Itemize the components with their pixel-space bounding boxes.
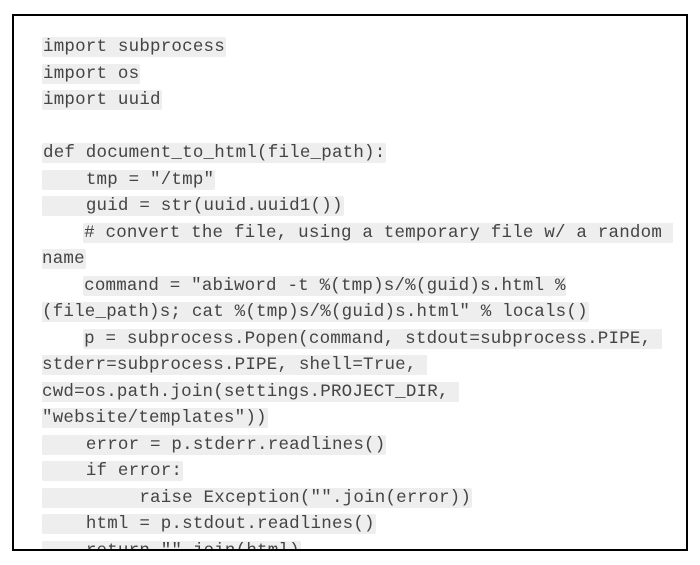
- code-line: command = "abiword -t %(tmp)s/%(guid)s.h…: [42, 273, 674, 326]
- code-line: p = subprocess.Popen(command, stdout=sub…: [42, 326, 674, 432]
- code-block: import subprocess import os import uuid de…: [42, 34, 674, 551]
- code-line: guid = str(uuid.uuid1()): [42, 193, 674, 220]
- code-frame: import subprocess import os import uuid de…: [12, 14, 688, 551]
- code-text: return "".join(html): [42, 541, 301, 552]
- code-text: raise Exception("".join(error)): [42, 488, 472, 508]
- code-line: error = p.stderr.readlines(): [42, 432, 674, 459]
- code-text: command = "abiword -t %(tmp)s/%(guid)s.h…: [42, 276, 589, 323]
- code-line: raise Exception("".join(error)): [42, 485, 674, 512]
- code-line: [42, 114, 674, 141]
- code-line: tmp = "/tmp": [42, 167, 674, 194]
- code-text: if error:: [42, 461, 183, 481]
- code-text: import uuid: [42, 90, 162, 110]
- code-text: p = subprocess.Popen(command, stdout=sub…: [42, 329, 662, 429]
- code-text: import subprocess: [42, 37, 226, 57]
- code-text: guid = str(uuid.uuid1()): [42, 196, 344, 216]
- code-line: return "".join(html): [42, 538, 674, 552]
- code-text: error = p.stderr.readlines(): [42, 435, 386, 455]
- code-line: def document_to_html(file_path):: [42, 140, 674, 167]
- code-text: import os: [42, 64, 140, 84]
- code-text: html = p.stdout.readlines(): [42, 514, 376, 534]
- code-text: tmp = "/tmp": [42, 170, 215, 190]
- code-line: import uuid: [42, 87, 674, 114]
- code-text: # convert the file, using a temporary fi…: [42, 223, 673, 270]
- code-text: def document_to_html(file_path):: [42, 143, 386, 163]
- code-line: if error:: [42, 458, 674, 485]
- code-line: # convert the file, using a temporary fi…: [42, 220, 674, 273]
- code-line: import os: [42, 61, 674, 88]
- code-line: import subprocess: [42, 34, 674, 61]
- code-line: html = p.stdout.readlines(): [42, 511, 674, 538]
